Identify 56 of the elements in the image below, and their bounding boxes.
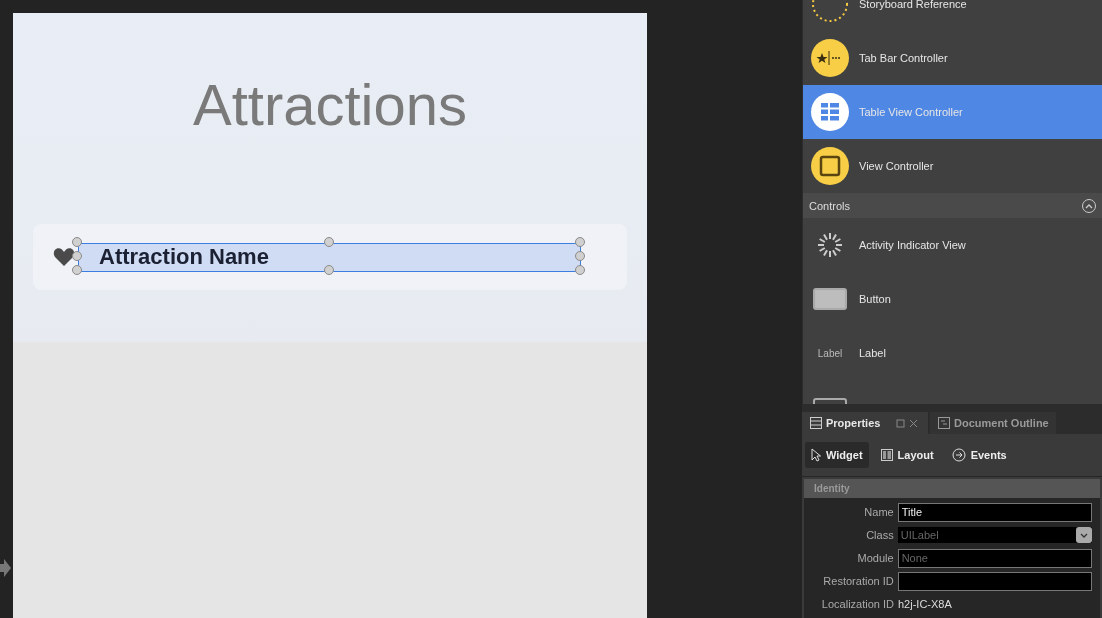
text-field[interactable] [897,571,1092,591]
resize-handle[interactable] [575,236,585,247]
library-item[interactable]: View Controller [803,139,1102,193]
library-item[interactable]: Storyboard Reference [803,0,1102,31]
resize-handle[interactable] [324,264,334,275]
resize-handle[interactable] [575,250,585,261]
field-label: Name [863,506,894,518]
library-item[interactable]: Activity Indicator View [803,218,1102,272]
float-icon[interactable] [896,418,906,428]
mode-button[interactable]: Widget [805,442,869,468]
outline-icon [938,417,950,429]
button-icon [813,288,847,310]
resize-handle[interactable] [72,236,82,247]
close-icon[interactable] [909,418,919,428]
section-title: Controls [809,199,850,212]
panel-tab[interactable]: Document Outline [930,412,1056,434]
chevron-down-icon [1080,532,1088,538]
resize-handle[interactable] [72,250,82,261]
resize-handle[interactable] [324,236,334,247]
mode-button[interactable]: Layout [874,442,940,468]
item-label: Button [859,293,891,305]
resize-handle[interactable] [575,264,585,275]
chevron-up-icon [1085,202,1093,209]
field-label: Localization ID [820,598,894,610]
item-label: Storyboard Reference [859,0,967,10]
pointer-icon [811,448,821,462]
spinner-icon [816,231,844,259]
field-label: Class [865,529,894,541]
item-label: Table View Controller [859,106,963,118]
library-item[interactable]: Tab Bar Controller [803,31,1102,85]
heart-icon [53,247,75,267]
library-item[interactable]: Label Label [803,326,1102,380]
item-label: View Controller [859,160,934,172]
panel-tab[interactable]: Properties [802,412,928,434]
item-label: Tab Bar Controller [859,52,948,64]
mode-button[interactable]: Events [945,442,1013,468]
item-label: Label [859,347,886,359]
class-dropdown[interactable]: UILabel [897,527,1092,543]
item-label: Activity Indicator View [859,239,966,251]
arrow-circle-icon [951,448,966,462]
text-field[interactable]: Title [897,502,1092,522]
resize-handle[interactable] [72,264,82,275]
field-label: Restoration ID [822,575,894,587]
table-icon [811,93,849,131]
screen-title: Attractions [193,71,467,139]
tab-bar-icon [811,39,849,77]
label-icon: Label [817,347,843,359]
layout-icon [880,449,893,461]
section-title: Identity [814,483,850,494]
field-value: h2j-IC-X8A [898,598,952,610]
library-item[interactable]: Button [803,272,1102,326]
field-label: Module [856,552,894,564]
name-label[interactable]: Attraction Name [78,242,581,272]
text-field[interactable]: None [897,548,1092,568]
entry-arrow-icon [0,559,11,577]
list-icon [810,417,822,429]
